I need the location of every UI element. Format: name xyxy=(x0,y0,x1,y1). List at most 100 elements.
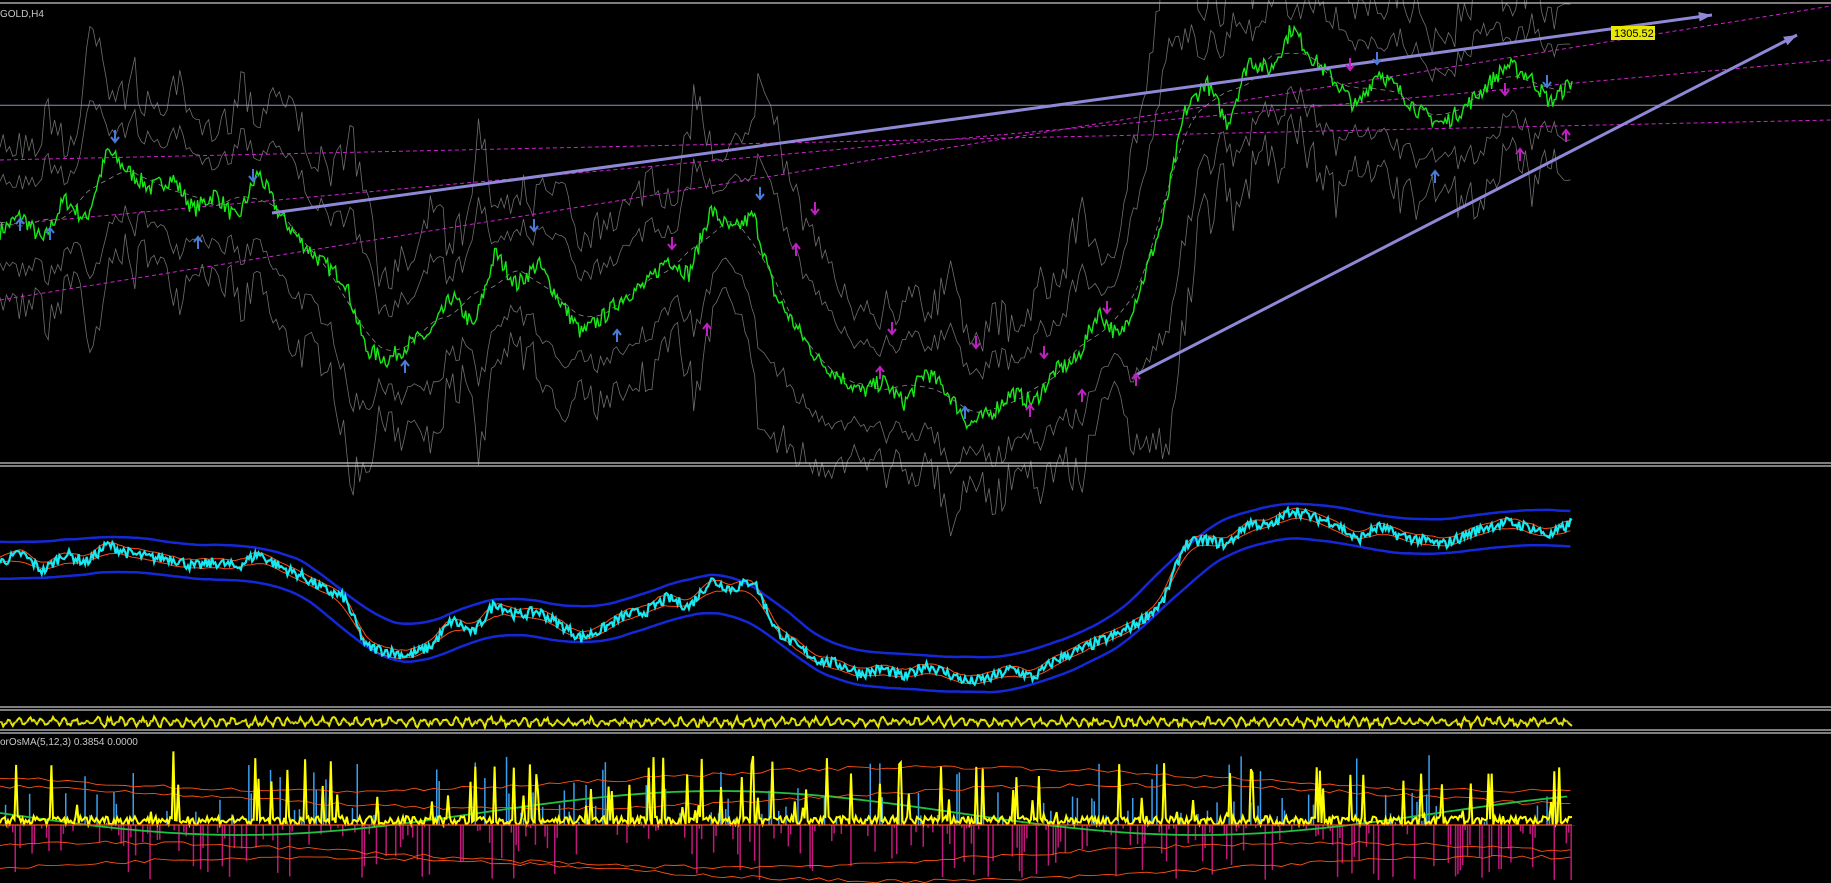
ind3-pos-bar xyxy=(594,805,597,825)
ind3-neg-bar xyxy=(272,825,274,841)
ind3-neg-bar xyxy=(399,825,402,848)
ind3-neg-bar xyxy=(874,825,876,852)
ind3-neg-bar xyxy=(1490,825,1493,856)
fractal-down-arrow xyxy=(810,202,820,216)
fractal-up-arrow xyxy=(15,217,25,231)
ind3-neg-bar xyxy=(932,825,934,833)
ind3-neg-bar xyxy=(395,825,397,857)
ind3-pos-bar xyxy=(436,769,438,825)
fractal-down-arrow xyxy=(110,130,120,144)
ind3-neg-bar xyxy=(891,825,893,859)
ind3-neg-bar xyxy=(780,825,782,834)
ind3-neg-bar xyxy=(363,825,366,867)
ind3-pos-bar xyxy=(725,809,727,825)
fractal-up-arrow xyxy=(193,235,203,249)
ind3-envelope-line xyxy=(0,782,1571,811)
channel-line xyxy=(0,59,1831,226)
ind3-neg-bar xyxy=(556,825,558,838)
ind3-neg-bar xyxy=(375,825,378,865)
ind3-neg-bar xyxy=(737,825,739,855)
ind3-neg-bar xyxy=(1392,825,1394,877)
ind3-neg-bar xyxy=(647,825,650,839)
ind3-pos-bar xyxy=(1216,802,1218,825)
ind3-neg-bar xyxy=(255,825,257,848)
ind3-pos-bar xyxy=(956,774,958,825)
ind3-neg-bar xyxy=(790,825,792,835)
ind3-neg-bar xyxy=(33,825,36,845)
ind3-neg-bar xyxy=(262,825,264,840)
ind3-neg-bar xyxy=(700,825,703,840)
ind3-neg-bar xyxy=(320,825,322,835)
ind3-neg-bar xyxy=(715,825,717,836)
ind3-neg-bar xyxy=(513,825,515,879)
fractal-down-arrow xyxy=(667,237,677,251)
ind3-neg-bar xyxy=(1450,825,1452,845)
ind3-neg-bar xyxy=(462,825,464,862)
fractal-up-arrow xyxy=(702,322,712,336)
ind3-neg-bar xyxy=(787,825,790,847)
ind3-neg-bar xyxy=(1057,825,1059,848)
indicator-label: orOsMA(5,12,3) 0.3854 0.0000 xyxy=(0,737,138,748)
ind1-fast-ma xyxy=(0,507,1571,677)
pane-separators[interactable] xyxy=(0,2,1831,734)
ind3-neg-bar xyxy=(1565,825,1568,844)
ind3-neg-bar xyxy=(1488,825,1490,873)
ind3-neg-bar xyxy=(811,825,814,871)
ind3-neg-bar xyxy=(515,825,517,845)
ind3-neg-bar xyxy=(809,825,811,869)
ind3-neg-bar xyxy=(1026,825,1028,839)
price-tag-value: 1305.52 xyxy=(1614,28,1654,40)
ind3-pos-bar xyxy=(505,756,508,825)
ind3-neg-bar xyxy=(1064,825,1067,854)
ind3-pos-bar xyxy=(1312,804,1315,825)
ind3-pos-bar xyxy=(604,762,607,825)
ind3-neg-bar xyxy=(517,825,520,852)
ind3-pos-bar xyxy=(869,763,871,825)
upper-trendline xyxy=(271,13,1713,215)
indicator-pane-2[interactable] xyxy=(0,713,1573,731)
ind3-neg-bar xyxy=(1230,825,1233,865)
ind3-neg-bar xyxy=(1201,825,1204,862)
ind3-pos-bar xyxy=(1259,771,1262,825)
ind3-neg-bar xyxy=(896,825,898,855)
ind3-envelope-line xyxy=(0,765,1571,794)
ind3-neg-bar xyxy=(1136,825,1139,845)
ind3-neg-bar xyxy=(1021,825,1023,878)
ind3-neg-bar xyxy=(416,825,419,860)
ind3-neg-bar xyxy=(1023,825,1026,852)
ind3-neg-bar xyxy=(221,825,224,867)
ind3-neg-bar xyxy=(1353,825,1356,857)
ind3-neg-bar xyxy=(973,825,975,875)
ind3-neg-bar xyxy=(1570,825,1572,880)
ind3-neg-bar xyxy=(48,825,50,851)
ind3-neg-bar xyxy=(910,825,912,846)
indicator-pane-1[interactable] xyxy=(0,502,1573,694)
ind1-lower-band xyxy=(0,537,1571,694)
ind3-neg-bar xyxy=(1464,825,1466,831)
ind3-neg-bar xyxy=(1175,825,1177,879)
ind3-neg-bar xyxy=(428,825,431,875)
price-band-line xyxy=(0,113,1571,537)
ind3-neg-bar xyxy=(1462,825,1464,866)
ind3-neg-bar xyxy=(178,825,180,851)
ind3-neg-bar xyxy=(1553,825,1555,880)
ind3-neg-bar xyxy=(460,825,462,862)
fractal-up-arrow xyxy=(1131,372,1141,386)
ind3-neg-bar xyxy=(575,825,578,855)
ind3-neg-bar xyxy=(534,825,537,845)
ind3-neg-bar xyxy=(1165,825,1168,862)
price-pane[interactable] xyxy=(0,0,1831,537)
ind3-neg-bar xyxy=(330,825,332,831)
ind3-neg-bar xyxy=(488,825,491,843)
ind3-neg-bar xyxy=(1377,825,1380,880)
ind3-neg-bar xyxy=(14,825,16,873)
chart-area[interactable]: GOLD,H4 1305.52 orOsMA(5,12,3) 0.3854 0.… xyxy=(0,0,1831,883)
indicator-pane-3[interactable] xyxy=(0,751,1575,883)
ind3-neg-bar xyxy=(385,825,387,856)
ind3-neg-bar xyxy=(1368,825,1370,834)
ind3-neg-bar xyxy=(127,825,130,873)
ind3-neg-bar xyxy=(1358,825,1360,860)
ind3-neg-bar xyxy=(1194,825,1197,841)
ind3-neg-bar xyxy=(753,825,756,861)
ind3-neg-bar xyxy=(987,825,989,877)
